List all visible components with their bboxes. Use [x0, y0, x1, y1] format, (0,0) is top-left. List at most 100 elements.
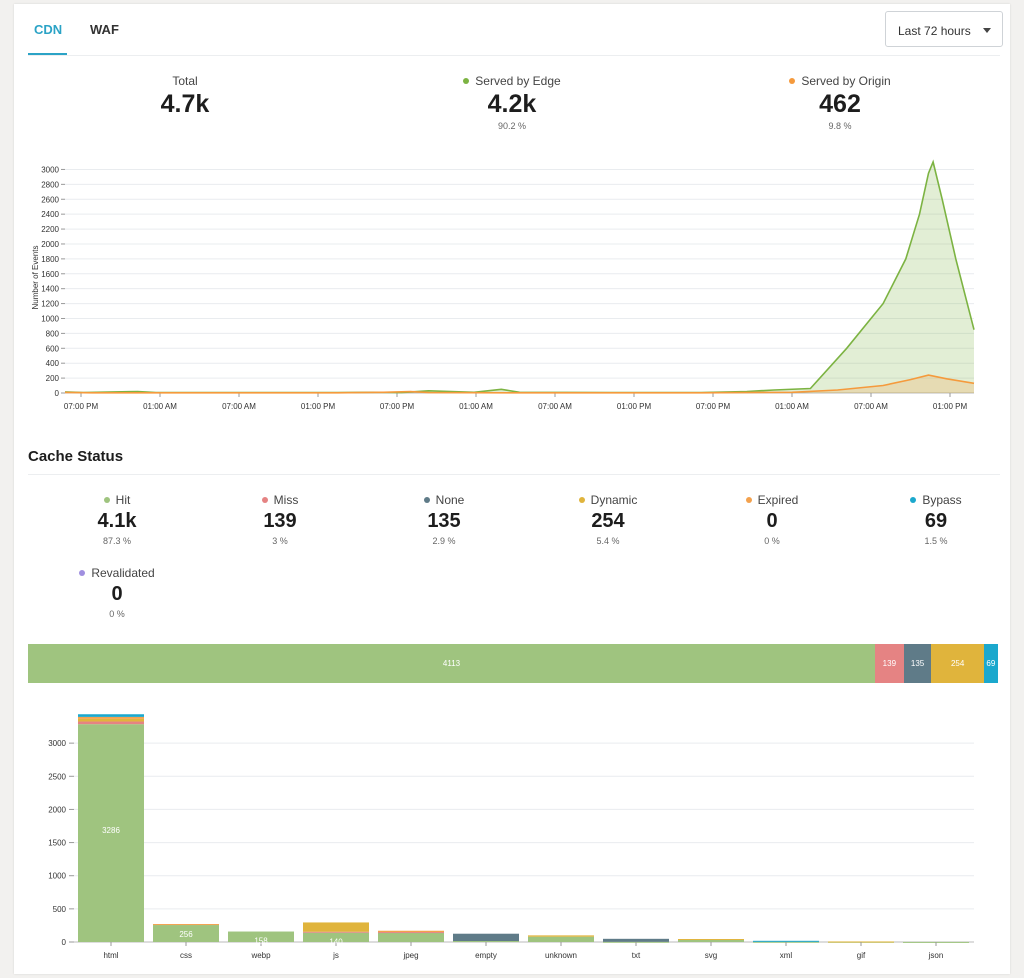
x-tick-label: 07:00 PM — [64, 402, 99, 411]
stat-edge-value: 4.2k — [487, 90, 537, 118]
y-tick-label: 200 — [46, 374, 60, 383]
x-tick-label: 01:00 AM — [143, 402, 177, 411]
edge-dot-icon — [463, 77, 470, 84]
y-axis-label: Number of Events — [31, 245, 40, 309]
y-tick-label: 600 — [46, 344, 60, 353]
hit-dot-icon — [103, 496, 110, 503]
y-tick-label: 1000 — [41, 314, 59, 323]
stat-total-value: 4.7k — [160, 90, 210, 118]
cache-stat-label: Miss — [273, 493, 299, 507]
stat-edge-label: Served by Edge — [475, 74, 561, 88]
y-tick-label: 2000 — [48, 805, 66, 814]
stat-edge: Served by Edge 4.2k 90.2 % — [412, 73, 612, 133]
bar-segment — [753, 940, 819, 942]
bar-data-label: 140 — [329, 938, 343, 947]
tab-waf[interactable]: WAF — [67, 4, 133, 56]
x-tick-label: 07:00 AM — [538, 402, 572, 411]
none-dot-icon — [423, 496, 430, 503]
time-range-value: Last 72 hours — [898, 24, 971, 38]
cache-stat-label: Expired — [757, 493, 799, 507]
expired-dot-icon — [745, 496, 752, 503]
series-line — [64, 159, 975, 394]
stat-origin-label: Served by Origin — [801, 74, 891, 88]
bar-segment — [678, 940, 744, 942]
x-tick-label: css — [180, 951, 192, 960]
stat-total-label: Total — [172, 74, 198, 88]
x-tick-label: jpeg — [402, 951, 418, 960]
stat-origin-value: 462 — [819, 90, 861, 118]
cache-stat-label: Revalidated — [91, 566, 155, 580]
x-tick-label: js — [332, 951, 339, 960]
bar-segment — [378, 932, 444, 934]
cache-stat-bypass: Bypass 69 1.5 % — [836, 492, 1024, 548]
bar-segment — [453, 941, 519, 943]
cache-stat-percent: 0 % — [109, 609, 125, 619]
x-tick-label: webp — [250, 951, 271, 960]
x-tick-label: xml — [780, 951, 793, 960]
y-tick-label: 0 — [55, 389, 60, 398]
bar-segment — [303, 931, 369, 933]
x-tick-label: 01:00 PM — [933, 402, 968, 411]
x-tick-label: json — [928, 951, 944, 960]
cache-stat-label: Bypass — [922, 493, 962, 507]
y-tick-label: 1600 — [41, 270, 59, 279]
origin-dot-icon — [789, 77, 796, 84]
x-tick-label: 07:00 AM — [854, 402, 888, 411]
y-tick-label: 400 — [46, 359, 60, 368]
x-tick-label: 07:00 PM — [380, 402, 415, 411]
bar-segment — [678, 939, 744, 941]
bar-segment — [78, 714, 144, 717]
bar-data-label: 158 — [254, 937, 268, 946]
cache-stat-label: Dynamic — [590, 493, 638, 507]
bar-segment — [303, 922, 369, 932]
x-tick-label: 01:00 PM — [301, 402, 336, 411]
y-tick-label: 800 — [46, 329, 60, 338]
cache-status-stacked-bar: 4113 139 135 254 69 — [28, 644, 998, 683]
y-tick-label: 3000 — [48, 739, 66, 748]
x-tick-label: 07:00 AM — [222, 402, 256, 411]
x-tick-label: svg — [705, 951, 717, 960]
stacked-segment-none[interactable]: 135 — [903, 644, 932, 683]
y-tick-label: 1800 — [41, 255, 59, 264]
y-tick-label: 500 — [53, 905, 67, 914]
bar-segment — [78, 721, 144, 725]
x-tick-label: 07:00 PM — [696, 402, 731, 411]
tab-cdn[interactable]: CDN — [28, 4, 67, 56]
stacked-segment-hit[interactable]: 4113 — [28, 644, 876, 683]
stacked-segment-miss[interactable]: 139 — [875, 644, 904, 683]
divider — [28, 55, 1000, 56]
bar-segment — [78, 718, 144, 722]
y-tick-label: 1400 — [41, 285, 59, 294]
x-tick-label: empty — [475, 951, 497, 960]
bar-segment — [453, 933, 519, 942]
miss-dot-icon — [261, 496, 268, 503]
stat-edge-percent: 90.2 % — [497, 121, 527, 131]
y-tick-label: 2600 — [41, 195, 59, 204]
x-tick-label: gif — [857, 951, 866, 960]
cache-stat-value: 0 — [111, 583, 123, 605]
cache-stat-revalidated: Revalidated 0 0 % — [17, 565, 217, 621]
bar-data-label: 256 — [179, 930, 193, 939]
y-tick-label: 1500 — [48, 839, 66, 848]
bar-segment — [528, 935, 594, 937]
caret-down-icon — [983, 28, 991, 33]
y-tick-label: 0 — [62, 938, 67, 947]
cache-stat-label: Hit — [115, 493, 131, 507]
x-tick-label: 01:00 AM — [459, 402, 493, 411]
content-type-bar-chart: 0 500 1000 1500 2000 2500 3000 html 3286 css 256 we… — [48, 714, 974, 960]
revalidated-dot-icon — [79, 569, 86, 576]
stacked-segment-dynamic[interactable]: 254 — [931, 644, 984, 683]
stat-origin: Served by Origin 462 9.8 % — [740, 73, 940, 133]
bypass-dot-icon — [910, 496, 917, 503]
y-tick-label: 3000 — [41, 165, 59, 174]
cache-status-title: Cache Status — [28, 448, 124, 465]
stacked-segment-bypass[interactable]: 69 — [983, 644, 998, 683]
cache-stat-label: None — [435, 493, 465, 507]
x-tick-label: 01:00 PM — [617, 402, 652, 411]
y-tick-label: 2800 — [41, 180, 59, 189]
time-range-select[interactable]: Last 72 hours — [885, 11, 1003, 47]
cdn-panel: CDN WAF Last 72 hours Total 4.7k Served … — [14, 4, 1010, 974]
bar-segment — [78, 716, 144, 719]
bar-segment — [528, 936, 594, 942]
bar-data-label: 3286 — [102, 826, 120, 835]
